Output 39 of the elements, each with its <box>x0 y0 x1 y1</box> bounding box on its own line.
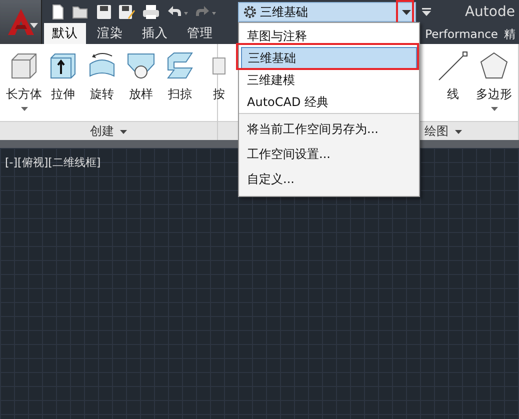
viewport-controls[interactable]: [-][俯视][二维线框] <box>5 155 101 170</box>
menu-item[interactable]: 草图与注释 <box>241 25 417 47</box>
menu-item[interactable]: 三维基础 <box>241 47 417 69</box>
new-file-icon[interactable] <box>50 4 66 20</box>
ribbon-tab[interactable]: 精 <box>501 25 519 44</box>
ribbon-tool-button[interactable]: 拉伸 <box>45 50 81 121</box>
caret-icon <box>120 130 127 134</box>
letter-a-logo-icon <box>6 7 36 37</box>
ribbon-tab[interactable]: 默认 <box>44 23 86 44</box>
line-icon <box>437 50 469 82</box>
menu-item[interactable]: 将当前工作空间另存为... <box>241 117 417 142</box>
workspace-value: 三维基础 <box>260 4 309 20</box>
ribbon-tool-button[interactable]: 旋转 <box>84 50 120 121</box>
ribbon-tool-button[interactable]: 扫掠 <box>162 50 198 121</box>
ribbon-tool-button[interactable]: 长方体 <box>6 50 42 121</box>
ribbon-tab[interactable]: 插入 <box>134 23 176 44</box>
caret-icon <box>454 130 462 134</box>
customize-caret-icon[interactable] <box>422 8 431 16</box>
app-menu-button[interactable] <box>0 0 42 44</box>
ribbon-tool-button[interactable]: 放样 <box>123 50 159 121</box>
window-title: Autode <box>464 4 516 20</box>
gear-icon <box>243 5 257 19</box>
ribbon-tool-button[interactable]: 按 <box>201 50 237 121</box>
menu-item[interactable]: AutoCAD 经典 <box>241 91 417 113</box>
print-icon[interactable] <box>142 4 160 20</box>
ribbon-tool-button[interactable]: 多边形 <box>474 50 514 121</box>
workspace-dropdown[interactable]: 三维基础 <box>238 2 416 22</box>
caret-icon <box>30 23 38 28</box>
menu-item[interactable]: 自定义... <box>241 167 417 192</box>
caret-icon <box>402 10 411 14</box>
folder-icon[interactable] <box>72 4 90 20</box>
ribbon-tab[interactable]: Performance <box>422 25 501 44</box>
ribbon-tool-button[interactable]: 线 <box>435 50 471 121</box>
panel-title-button[interactable]: 创建 <box>0 121 217 140</box>
save-as-icon[interactable] <box>118 4 136 20</box>
ribbon-tab[interactable]: 渲染 <box>89 23 131 44</box>
menu-item[interactable]: 三维建模 <box>241 69 417 91</box>
save-icon[interactable] <box>96 4 112 20</box>
ribbon-tab[interactable]: 管理 <box>179 23 221 44</box>
